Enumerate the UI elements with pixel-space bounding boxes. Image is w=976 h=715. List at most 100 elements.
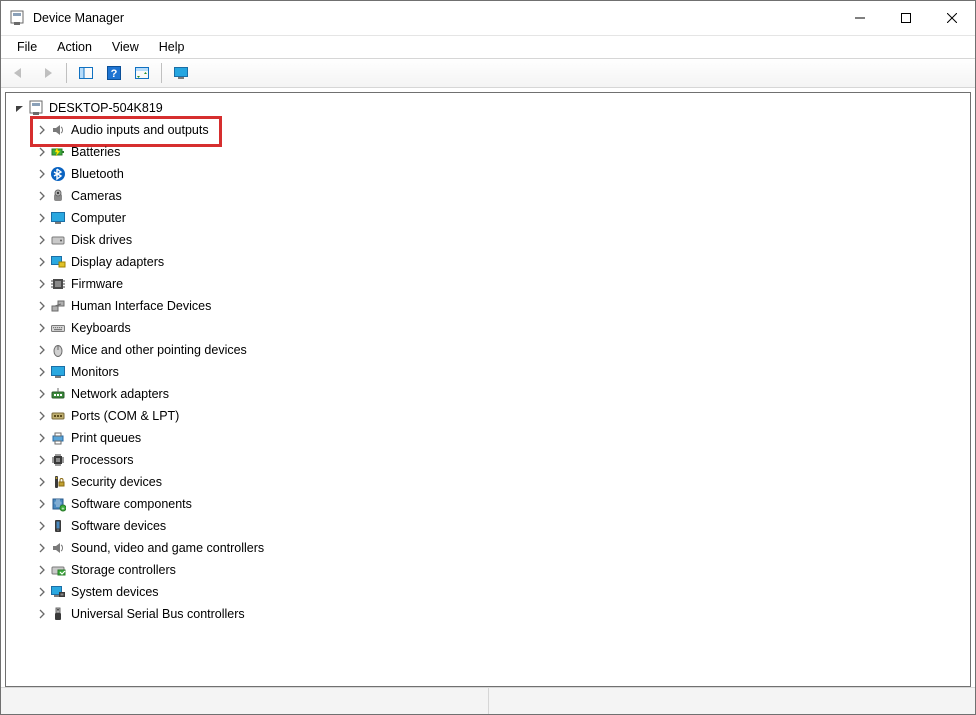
- tree-item-label: Human Interface Devices: [70, 299, 212, 313]
- statusbar: [1, 687, 975, 714]
- toolbar-help-button[interactable]: ?: [102, 62, 126, 84]
- maximize-button[interactable]: [883, 1, 929, 35]
- tree-item-label: Software devices: [70, 519, 167, 533]
- tree-item-label: Audio inputs and outputs: [70, 123, 210, 137]
- window-title: Device Manager: [33, 11, 124, 25]
- app-icon: [9, 10, 25, 26]
- tree-item-cameras[interactable]: Cameras: [10, 185, 966, 207]
- menu-action[interactable]: Action: [47, 38, 102, 56]
- tree-item-diskdrives[interactable]: Disk drives: [10, 229, 966, 251]
- client-area: DESKTOP-504K819 Audio inputs and outputs…: [5, 92, 971, 687]
- tree-item-batteries[interactable]: Batteries: [10, 141, 966, 163]
- tree-item-bluetooth[interactable]: Bluetooth: [10, 163, 966, 185]
- expander-right-icon[interactable]: [34, 276, 50, 292]
- expander-right-icon[interactable]: [34, 144, 50, 160]
- battery-icon: [50, 144, 66, 160]
- toolbar: ?: [1, 58, 975, 88]
- usb-icon: [50, 606, 66, 622]
- bluetooth-icon: [50, 166, 66, 182]
- toolbar-forward-button[interactable]: [35, 62, 59, 84]
- tree-item-display[interactable]: Display adapters: [10, 251, 966, 273]
- menu-view[interactable]: View: [102, 38, 149, 56]
- port-icon: [50, 408, 66, 424]
- software-device-icon: [50, 518, 66, 534]
- menu-file[interactable]: File: [7, 38, 47, 56]
- toolbar-separator: [161, 63, 162, 83]
- expander-right-icon[interactable]: [34, 232, 50, 248]
- expander-right-icon[interactable]: [34, 364, 50, 380]
- tree-item-hid[interactable]: Human Interface Devices: [10, 295, 966, 317]
- tree-item-usb[interactable]: Universal Serial Bus controllers: [10, 603, 966, 625]
- expander-right-icon[interactable]: [34, 254, 50, 270]
- tree-item-label: Cameras: [70, 189, 123, 203]
- expander-right-icon[interactable]: [34, 474, 50, 490]
- tree-item-storage[interactable]: Storage controllers: [10, 559, 966, 581]
- toolbar-monitor-button[interactable]: [169, 62, 193, 84]
- expander-right-icon[interactable]: [34, 122, 50, 138]
- keyboard-icon: [50, 320, 66, 336]
- tree-item-label: Batteries: [70, 145, 121, 159]
- tree-item-label: Processors: [70, 453, 135, 467]
- toolbar-scan-for-hardware-button[interactable]: [130, 62, 154, 84]
- expander-right-icon[interactable]: [34, 452, 50, 468]
- device-manager-window: Device Manager File Action View Help: [0, 0, 976, 715]
- toolbar-show-hide-console-tree-button[interactable]: [74, 62, 98, 84]
- tree-item-printqueues[interactable]: Print queues: [10, 427, 966, 449]
- tree-item-security[interactable]: Security devices: [10, 471, 966, 493]
- tree-root-node[interactable]: DESKTOP-504K819: [10, 97, 966, 119]
- tree-root-label: DESKTOP-504K819: [48, 101, 164, 115]
- tree-item-label: Print queues: [70, 431, 142, 445]
- tree-item-firmware[interactable]: Firmware: [10, 273, 966, 295]
- expander-right-icon[interactable]: [34, 518, 50, 534]
- tree-item-label: Firmware: [70, 277, 124, 291]
- speaker-icon: [50, 122, 66, 138]
- tree-item-computer[interactable]: Computer: [10, 207, 966, 229]
- processor-icon: [50, 452, 66, 468]
- tree-item-label: Security devices: [70, 475, 163, 489]
- expander-right-icon[interactable]: [34, 166, 50, 182]
- tree-item-label: Storage controllers: [70, 563, 177, 577]
- tree-item-keyboards[interactable]: Keyboards: [10, 317, 966, 339]
- tree-item-swcomp[interactable]: +Software components: [10, 493, 966, 515]
- tree-item-label: Computer: [70, 211, 127, 225]
- expander-right-icon[interactable]: [34, 298, 50, 314]
- expander-right-icon[interactable]: [34, 386, 50, 402]
- minimize-button[interactable]: [837, 1, 883, 35]
- close-button[interactable]: [929, 1, 975, 35]
- svg-text:?: ?: [111, 68, 118, 80]
- tree-item-mice[interactable]: Mice and other pointing devices: [10, 339, 966, 361]
- expander-right-icon[interactable]: [34, 584, 50, 600]
- expander-right-icon[interactable]: [34, 210, 50, 226]
- expander-right-icon[interactable]: [34, 342, 50, 358]
- expander-right-icon[interactable]: [34, 496, 50, 512]
- tree-item-label: Bluetooth: [70, 167, 125, 181]
- tree-item-monitors[interactable]: Monitors: [10, 361, 966, 383]
- tree-item-processors[interactable]: Processors: [10, 449, 966, 471]
- device-tree[interactable]: DESKTOP-504K819 Audio inputs and outputs…: [6, 93, 970, 686]
- expander-right-icon[interactable]: [34, 562, 50, 578]
- tree-item-sound[interactable]: Sound, video and game controllers: [10, 537, 966, 559]
- disk-icon: [50, 232, 66, 248]
- expander-right-icon[interactable]: [34, 430, 50, 446]
- monitor-icon: [50, 210, 66, 226]
- titlebar: Device Manager: [1, 1, 975, 36]
- toolbar-separator: [66, 63, 67, 83]
- tree-item-swdev[interactable]: Software devices: [10, 515, 966, 537]
- expander-right-icon[interactable]: [34, 540, 50, 556]
- tree-item-ports[interactable]: Ports (COM & LPT): [10, 405, 966, 427]
- expander-right-icon[interactable]: [34, 320, 50, 336]
- expander-right-icon[interactable]: [34, 606, 50, 622]
- tree-item-label: Display adapters: [70, 255, 165, 269]
- expander-right-icon[interactable]: [34, 408, 50, 424]
- menubar: File Action View Help: [1, 36, 975, 58]
- tree-item-system[interactable]: System devices: [10, 581, 966, 603]
- tree-item-network[interactable]: Network adapters: [10, 383, 966, 405]
- expander-down-icon[interactable]: [12, 100, 28, 116]
- speaker-icon: [50, 540, 66, 556]
- menu-help[interactable]: Help: [149, 38, 195, 56]
- tree-item-label: Disk drives: [70, 233, 133, 247]
- tree-item-label: Network adapters: [70, 387, 170, 401]
- tree-item-audio[interactable]: Audio inputs and outputs: [10, 119, 966, 141]
- toolbar-back-button[interactable]: [7, 62, 31, 84]
- expander-right-icon[interactable]: [34, 188, 50, 204]
